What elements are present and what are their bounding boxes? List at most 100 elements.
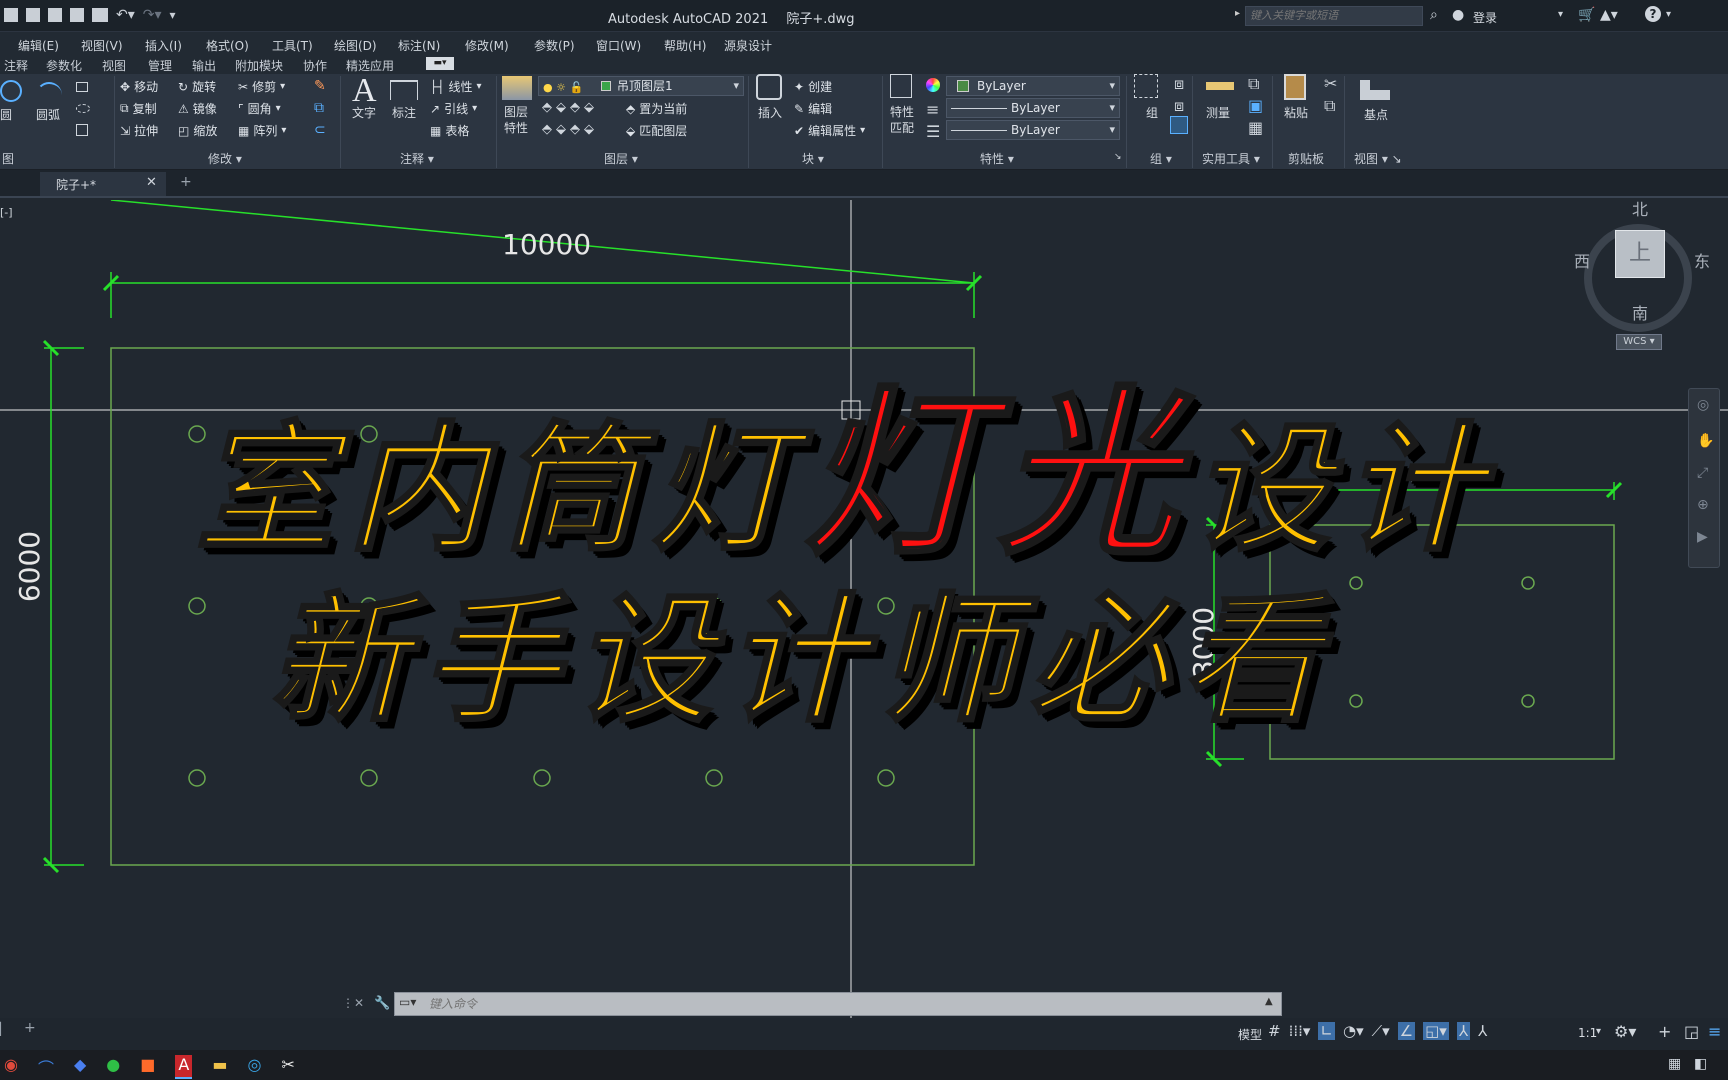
app-icon[interactable]: ⌒	[38, 1055, 54, 1079]
calculator-icon[interactable]: ▦	[1248, 118, 1263, 137]
group-icon[interactable]	[1134, 74, 1158, 98]
set-current-button[interactable]: ⬘ 置为当前	[626, 100, 687, 117]
circle-icon[interactable]	[0, 80, 22, 102]
tab-output[interactable]: 输出	[192, 57, 216, 74]
menu-view[interactable]: 视图(V)	[81, 37, 123, 54]
command-prompt-icon[interactable]: ▭▾	[399, 995, 416, 1009]
ortho-icon[interactable]: ∟	[1318, 1022, 1335, 1040]
menu-draw[interactable]: 绘图(D)	[334, 37, 377, 54]
quick-select-icon[interactable]: ⧉	[1248, 74, 1259, 94]
group-edit-icon[interactable]: ⧈	[1174, 96, 1184, 116]
login-dropdown-icon[interactable]: ▾	[1558, 9, 1563, 20]
grid-icon[interactable]: #	[1268, 1022, 1281, 1040]
paste-icon[interactable]	[1284, 74, 1306, 100]
search-icon[interactable]: ⌕	[1430, 7, 1438, 23]
save-icon[interactable]	[4, 8, 18, 22]
layer-properties-icon[interactable]	[502, 76, 532, 100]
select-all-icon[interactable]: ▣	[1248, 96, 1263, 115]
print-icon[interactable]	[92, 8, 108, 22]
isodraft-icon[interactable]: ⟋▾	[1372, 1022, 1390, 1040]
new-tab-icon[interactable]: +	[180, 174, 192, 190]
explode-icon[interactable]: ⧉	[314, 100, 324, 116]
tab-annotate[interactable]: 注释	[4, 57, 28, 74]
menu-format[interactable]: 格式(O)	[206, 37, 249, 54]
group-select-icon[interactable]	[1170, 116, 1188, 134]
file-explorer-icon[interactable]: ▬	[212, 1055, 227, 1079]
compass-south[interactable]: 南	[1632, 300, 1648, 324]
menu-help[interactable]: 帮助(H)	[664, 37, 706, 54]
steering-wheel-icon[interactable]: ◎	[1697, 397, 1709, 413]
panel-modify-title[interactable]: 修改 ▾	[208, 150, 242, 167]
base-view-label[interactable]: 基点	[1364, 106, 1388, 123]
menu-edit[interactable]: 编辑(E)	[18, 37, 59, 54]
menu-window[interactable]: 窗口(W)	[596, 37, 641, 54]
erase-icon[interactable]: ✎	[314, 78, 326, 94]
properties-launcher-icon[interactable]: ↘	[1114, 152, 1122, 162]
zoom-extents-icon[interactable]: ⤢	[1697, 465, 1708, 481]
layout-tab-arrow-icon[interactable]: ▏	[0, 1022, 9, 1036]
tab-collaborate[interactable]: 协作	[303, 57, 327, 74]
feishu-icon[interactable]: ◆	[74, 1055, 86, 1079]
publish-icon[interactable]	[70, 8, 84, 22]
close-icon[interactable]: ✕	[146, 175, 157, 190]
menu-tools[interactable]: 工具(T)	[272, 37, 313, 54]
annotation-scale-dropdown-icon[interactable]: ▾	[1596, 1026, 1601, 1037]
wcs-menu[interactable]: WCS ▾	[1616, 334, 1662, 350]
drawing-viewport[interactable]: [-] 10000 6000 4000 3000 上 北 南 西 东 WCS ▾…	[0, 200, 1728, 1018]
rectangle-icon[interactable]	[76, 82, 88, 92]
annotation-scale[interactable]: 1:1	[1578, 1026, 1597, 1040]
open-icon[interactable]	[48, 8, 62, 22]
menu-yuanquan[interactable]: 源泉设计	[724, 37, 772, 54]
help-dropdown-icon[interactable]: ▾	[1666, 9, 1671, 20]
tab-addins[interactable]: 附加模块	[235, 57, 283, 74]
command-history-icon[interactable]: ▲	[1265, 996, 1273, 1007]
saveas-icon[interactable]	[26, 8, 40, 22]
panel-groups-title[interactable]: 组 ▾	[1150, 150, 1172, 167]
capcut-icon[interactable]: ✂	[281, 1055, 294, 1079]
hatch-icon[interactable]	[76, 124, 88, 136]
panel-layers-title[interactable]: 图层 ▾	[604, 150, 638, 167]
layer-tools-row1-icons[interactable]: ⬘⬙⬘⬙	[542, 100, 598, 115]
annotation-monitor-icon[interactable]: +	[1658, 1022, 1671, 1041]
annotation-autoscale-icon[interactable]: ⅄	[1478, 1022, 1487, 1040]
panel-view-title[interactable]: 视图 ▾ ↘	[1354, 150, 1402, 167]
expand-arrow-icon[interactable]: ▸	[1235, 8, 1240, 19]
copy-button[interactable]: ⧉ 复制	[120, 100, 157, 117]
trim-button[interactable]: ✂ 修剪 ▾	[238, 78, 285, 95]
color-wheel-icon[interactable]	[926, 78, 940, 92]
object-snap-tracking-icon[interactable]: ∠	[1397, 1022, 1416, 1040]
tab-parametric[interactable]: 参数化	[46, 57, 82, 74]
ungroup-icon[interactable]: ⧈	[1174, 74, 1184, 94]
menu-dimension[interactable]: 标注(N)	[398, 37, 440, 54]
viewcube[interactable]: 上 北 南 西 东 WCS ▾	[1574, 200, 1710, 360]
scale-button[interactable]: ◰ 缩放	[178, 122, 217, 139]
layer-tools-row2-icons[interactable]: ⬘⬙⬘⬙	[542, 122, 598, 137]
copy-clip-icon[interactable]: ⧉	[1324, 96, 1335, 116]
isolate-objects-icon[interactable]: ◲	[1684, 1022, 1699, 1041]
panel-annotation-title[interactable]: 注释 ▾	[400, 150, 434, 167]
fillet-button[interactable]: ⌜ 圆角 ▾	[238, 100, 281, 117]
menu-modify[interactable]: 修改(M)	[465, 37, 509, 54]
showmotion-icon[interactable]: ▶	[1697, 529, 1708, 545]
insert-icon[interactable]	[756, 74, 782, 100]
annotation-visibility-icon[interactable]: ⅄	[1456, 1022, 1470, 1040]
move-button[interactable]: ✥ 移动	[120, 78, 158, 95]
command-line-handle-icon[interactable]: ⋮✕	[342, 996, 364, 1010]
workspace-gear-icon[interactable]: ⚙▾	[1614, 1022, 1636, 1041]
viewcube-face[interactable]: 上	[1615, 230, 1665, 278]
wechat-icon[interactable]: ●	[106, 1055, 120, 1079]
autocad-icon[interactable]: A	[175, 1055, 193, 1079]
menu-insert[interactable]: 插入(I)	[145, 37, 182, 54]
match-layer-button[interactable]: ⬙ 匹配图层	[626, 122, 687, 139]
panel-utilities-title[interactable]: 实用工具 ▾	[1202, 150, 1260, 167]
compass-west[interactable]: 西	[1574, 248, 1590, 272]
object-snap-icon[interactable]: ◱▾	[1423, 1022, 1449, 1040]
tab-view[interactable]: 视图	[102, 57, 126, 74]
dimension-icon[interactable]	[390, 80, 418, 100]
undo-icon[interactable]: ↶▾	[116, 8, 135, 22]
command-input-box[interactable]: ▭▾ ▲	[394, 992, 1282, 1016]
color-dropdown[interactable]: ByLayer	[946, 76, 1120, 96]
panel-block-title[interactable]: 块 ▾	[802, 150, 824, 167]
mirror-button[interactable]: ⚠ 镜像	[178, 100, 217, 117]
match-properties-icon[interactable]	[890, 74, 912, 98]
